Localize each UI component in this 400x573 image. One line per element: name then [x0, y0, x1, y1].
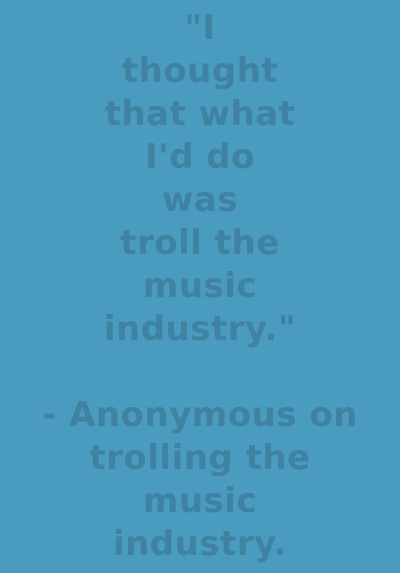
quote-line: industry." [103, 309, 297, 349]
quote-line: music [142, 266, 258, 306]
quote-line: thought [121, 51, 279, 91]
attribution-line: trolling the [89, 438, 311, 478]
quote-card: "I thought that what I'd do was troll th… [0, 0, 400, 573]
attribution-line: industry. [112, 524, 288, 564]
quote-line: "I [184, 8, 216, 48]
quote-line: was [161, 180, 239, 220]
quote-text: "I thought that what I'd do was troll th… [0, 7, 400, 351]
quote-line: troll the [120, 223, 280, 263]
quote-line: that what [104, 94, 296, 134]
attribution-text: - Anonymous on trolling the music indust… [0, 394, 400, 566]
attribution-line: music [142, 481, 258, 521]
attribution-line: - Anonymous on [42, 395, 358, 435]
quote-line: I'd do [145, 137, 255, 177]
